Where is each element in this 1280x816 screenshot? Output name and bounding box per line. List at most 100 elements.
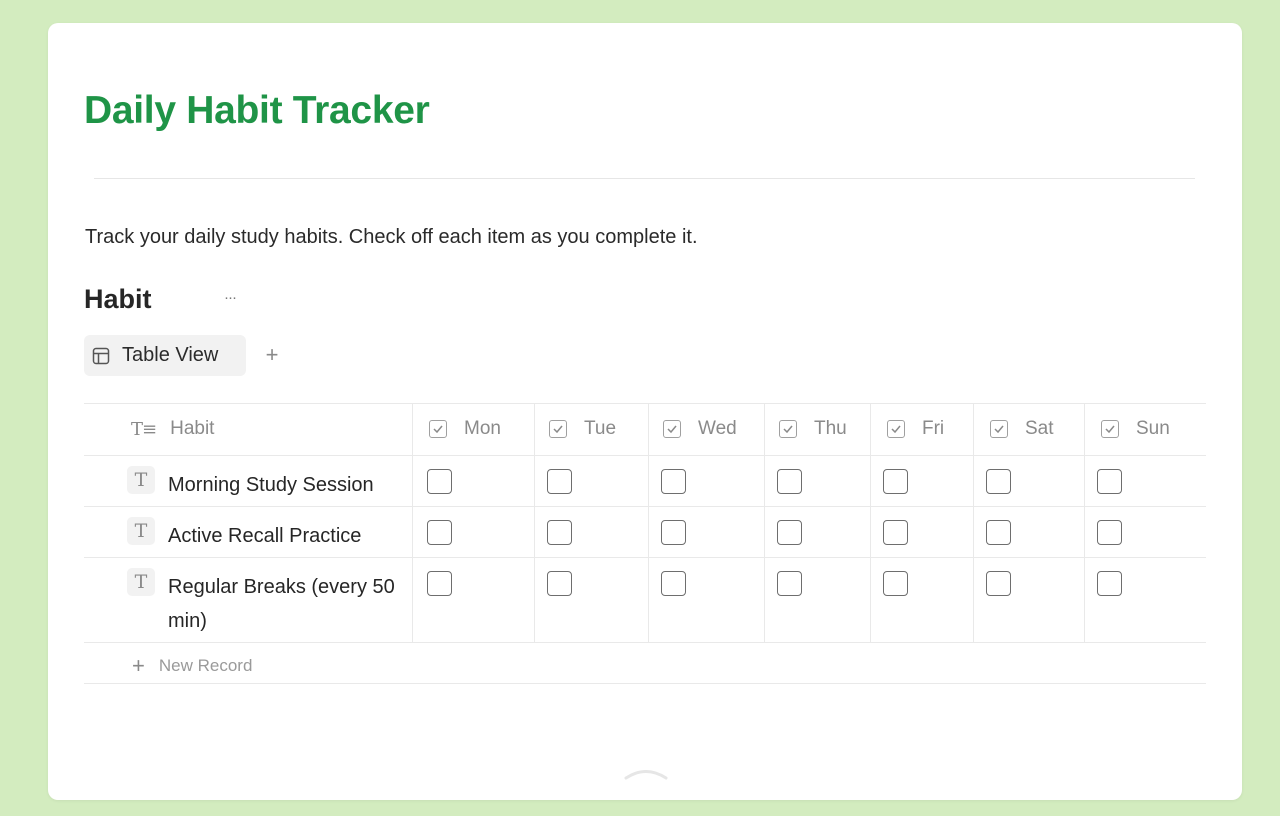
text-type-icon: T≡ (131, 418, 157, 440)
table-icon (92, 347, 110, 364)
column-header-habit[interactable]: T≡ Habit (84, 404, 412, 455)
habit-checkbox[interactable] (883, 520, 908, 545)
table-row: T Regular Breaks (every 50 min) (84, 557, 1206, 642)
plus-icon: + (132, 653, 145, 678)
habit-checkbox[interactable] (777, 469, 802, 494)
checkbox-icon (429, 420, 447, 438)
checkbox-icon (887, 420, 905, 438)
table-row: T Morning Study Session (84, 455, 1206, 506)
habit-name[interactable]: Regular Breaks (every 50 min) (168, 570, 406, 638)
column-header-label: Thu (814, 418, 847, 439)
table-header-row: T≡ Habit Mon Tue Wed Thu Fri Sat Sun (84, 403, 1206, 455)
checkbox-icon (779, 420, 797, 438)
habit-checkbox[interactable] (986, 571, 1011, 596)
day-cell-wed (648, 558, 764, 642)
column-header-content: Fri (887, 418, 944, 440)
column-header-content: Tue (549, 418, 616, 440)
habit-checkbox[interactable] (547, 571, 572, 596)
column-header-label: Sun (1136, 418, 1170, 439)
habit-cell[interactable]: T Regular Breaks (every 50 min) (84, 558, 412, 642)
day-cell-fri (870, 507, 973, 557)
habit-name[interactable]: Active Recall Practice (168, 519, 406, 553)
day-cell-mon (412, 456, 534, 506)
text-type-icon: T (127, 466, 155, 494)
column-header-mon[interactable]: Mon (412, 404, 534, 455)
habit-checkbox[interactable] (883, 469, 908, 494)
divider (94, 178, 1195, 179)
day-cell-sat (973, 456, 1084, 506)
habit-cell[interactable]: T Morning Study Session (84, 456, 412, 506)
checkbox-icon (990, 420, 1008, 438)
habit-checkbox[interactable] (986, 520, 1011, 545)
habit-name[interactable]: Morning Study Session (168, 468, 406, 502)
day-cell-mon (412, 507, 534, 557)
habit-checkbox[interactable] (427, 520, 452, 545)
page-title: Daily Habit Tracker (84, 89, 430, 132)
day-cell-wed (648, 456, 764, 506)
page-description[interactable]: Track your daily study habits. Check off… (85, 226, 698, 249)
day-cell-mon (412, 558, 534, 642)
database-title[interactable]: Habit (84, 284, 152, 315)
column-header-content: Thu (779, 418, 847, 440)
column-header-content: Sun (1101, 418, 1170, 440)
habit-checkbox[interactable] (777, 520, 802, 545)
habit-checkbox[interactable] (986, 469, 1011, 494)
column-header-label: Sat (1025, 418, 1054, 439)
text-type-icon: T (127, 517, 155, 545)
day-cell-sun (1084, 507, 1206, 557)
day-cell-thu (764, 456, 870, 506)
column-header-label: Fri (922, 418, 945, 439)
page-card: Daily Habit Tracker Track your daily stu… (48, 23, 1242, 800)
habit-checkbox[interactable] (427, 469, 452, 494)
day-cell-thu (764, 507, 870, 557)
add-view-button[interactable]: + (260, 341, 284, 369)
text-type-icon: T (127, 568, 155, 596)
day-cell-thu (764, 558, 870, 642)
column-header-fri[interactable]: Fri (870, 404, 973, 455)
day-cell-tue (534, 558, 648, 642)
habit-checkbox[interactable] (427, 571, 452, 596)
habit-checkbox[interactable] (547, 520, 572, 545)
column-header-content: Wed (663, 418, 737, 440)
habit-checkbox[interactable] (661, 469, 686, 494)
habit-table: T≡ Habit Mon Tue Wed Thu Fri Sat Sun T Morning St… (84, 403, 1206, 684)
habit-cell[interactable]: T Active Recall Practice (84, 507, 412, 557)
column-header-label: Wed (698, 418, 737, 439)
chevron-up-icon[interactable] (623, 767, 669, 781)
day-cell-fri (870, 456, 973, 506)
column-header-tue[interactable]: Tue (534, 404, 648, 455)
habit-checkbox[interactable] (661, 520, 686, 545)
checkbox-icon (663, 420, 681, 438)
day-cell-sat (973, 507, 1084, 557)
column-header-sun[interactable]: Sun (1084, 404, 1206, 455)
more-options-button[interactable]: ··· (220, 286, 240, 310)
day-cell-tue (534, 456, 648, 506)
checkbox-icon (1101, 420, 1119, 438)
table-row: T Active Recall Practice (84, 506, 1206, 557)
tab-table-view[interactable]: Table View (84, 335, 246, 376)
column-header-content: Sat (990, 418, 1054, 440)
day-cell-fri (870, 558, 973, 642)
tab-label: Table View (122, 344, 219, 366)
day-cell-sat (973, 558, 1084, 642)
checkbox-icon (549, 420, 567, 438)
column-header-label: Habit (170, 418, 215, 439)
habit-checkbox[interactable] (1097, 571, 1122, 596)
column-header-content: T≡ Habit (131, 418, 214, 440)
habit-checkbox[interactable] (1097, 469, 1122, 494)
habit-checkbox[interactable] (883, 571, 908, 596)
day-cell-tue (534, 507, 648, 557)
habit-checkbox[interactable] (547, 469, 572, 494)
new-record-button[interactable]: + New Record (132, 653, 252, 679)
column-header-label: Mon (464, 418, 501, 439)
day-cell-wed (648, 507, 764, 557)
habit-checkbox[interactable] (777, 571, 802, 596)
column-header-label: Tue (584, 418, 617, 439)
habit-checkbox[interactable] (661, 571, 686, 596)
new-record-row[interactable]: + New Record (84, 642, 1206, 684)
column-header-sat[interactable]: Sat (973, 404, 1084, 455)
habit-checkbox[interactable] (1097, 520, 1122, 545)
new-record-label: New Record (158, 656, 253, 675)
column-header-thu[interactable]: Thu (764, 404, 870, 455)
column-header-wed[interactable]: Wed (648, 404, 764, 455)
